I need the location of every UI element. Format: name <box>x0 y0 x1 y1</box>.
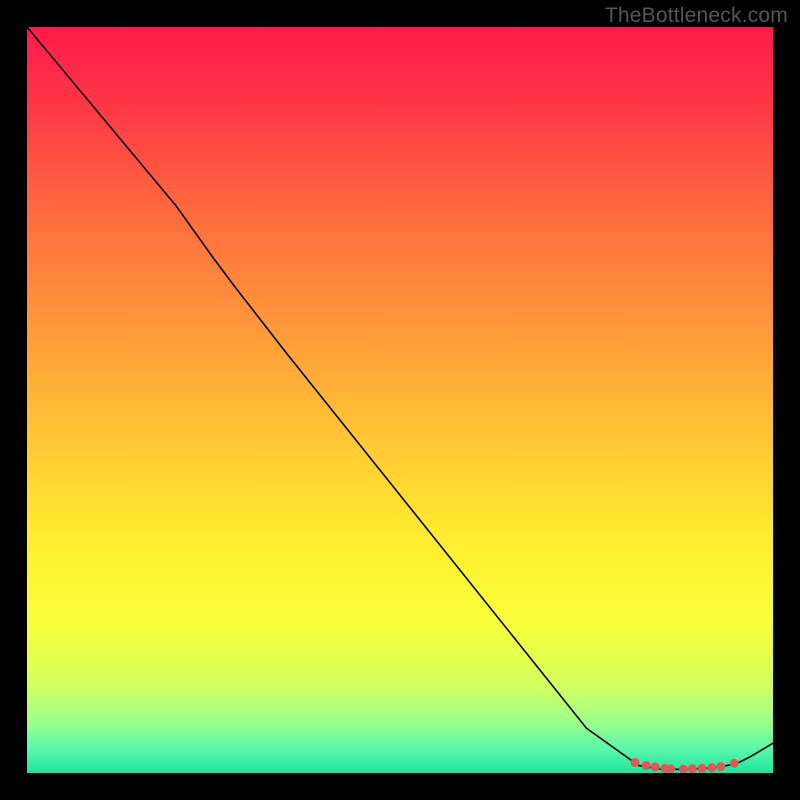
marker-dot <box>666 764 675 773</box>
marker-dot <box>642 761 651 770</box>
marker-dot <box>630 758 639 767</box>
marker-dot <box>688 764 697 773</box>
plot-svg <box>27 27 773 773</box>
marker-dot <box>716 762 725 771</box>
gradient-background <box>27 27 773 773</box>
plot-area <box>27 27 773 773</box>
marker-dot <box>698 764 707 773</box>
marker-dot <box>730 759 739 768</box>
marker-dot <box>707 763 716 772</box>
watermark-text: TheBottleneck.com <box>605 4 788 28</box>
chart-frame: TheBottleneck.com <box>0 0 800 800</box>
marker-dot <box>651 763 660 772</box>
